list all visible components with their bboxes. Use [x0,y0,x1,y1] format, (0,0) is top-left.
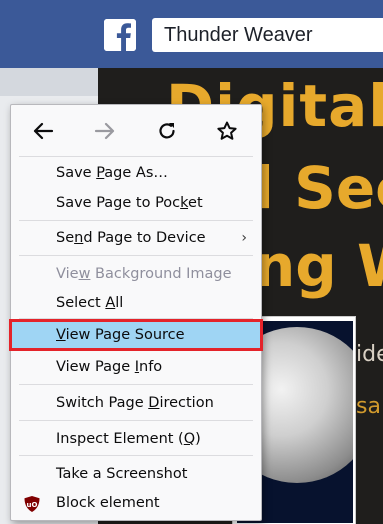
menu-item-view-background-image: View Background Image [11,260,261,288]
menu-separator [19,156,253,157]
menu-item-switch-page-direction[interactable]: Switch Page Direction [11,389,261,417]
menu-separator [19,384,253,385]
menu-item-label: irection [159,395,214,411]
forward-button[interactable] [91,117,119,145]
star-icon [216,120,238,142]
menu-item-label: Save Page to Poc [56,195,181,211]
reload-icon [156,120,178,142]
menu-item-take-screenshot[interactable]: Take a Screenshot [11,460,261,488]
menu-separator [19,255,253,256]
menu-item-label: ) [195,431,201,447]
facebook-search-input[interactable]: Thunder Weaver [152,18,383,52]
access-key: Q [183,431,196,447]
bookmark-button[interactable] [213,117,241,145]
menu-item-label: d Page to Device [83,230,206,246]
menu-item-label: nfo [139,359,163,375]
menu-separator [19,420,253,421]
facebook-logo[interactable] [104,19,136,51]
highlight-callout-box [9,319,263,351]
menu-item-label: View Page [56,359,135,375]
menu-item-label: Save [56,165,97,181]
browser-viewport: Thunder Weaver Digital F l Sec ng W ide … [0,0,383,524]
menu-item-send-page-to-device[interactable]: Send Page to Device › [11,224,261,252]
menu-item-block-element[interactable]: uO Block element [11,489,261,517]
access-key: n [74,230,84,246]
page-left-nav-block [0,68,98,96]
access-key: k [180,195,189,211]
ublock-icon-label: uO [27,501,38,509]
arrow-right-icon [94,120,116,142]
menu-item-save-to-pocket[interactable]: Save Page to Pocket [11,189,261,217]
back-button[interactable] [29,117,57,145]
menu-item-label: Background Image [90,266,232,282]
poster-side-text-1: ide [356,342,383,367]
menu-item-view-page-info[interactable]: View Page Info [11,353,261,381]
menu-item-label: Vie [56,266,79,282]
arrow-left-icon [32,120,54,142]
menu-item-label: Inspect Element ( [56,431,184,447]
menu-item-label: Se [56,230,75,246]
menu-item-label: et [188,195,203,211]
reload-button[interactable] [153,117,181,145]
menu-item-label: Block element [56,495,160,511]
menu-item-label: ll [115,295,124,311]
poster-title-line-3: ng W [254,232,383,300]
menu-item-label: Take a Screenshot [56,466,188,482]
menu-separator [19,455,253,456]
menu-item-save-page-as[interactable]: Save Page As… [11,159,261,187]
menu-item-label: Switch Page [56,395,149,411]
poster-side-text-2: sar [356,394,383,419]
menu-item-inspect-element[interactable]: Inspect Element (Q) [11,425,261,453]
menu-item-label: Select [56,295,106,311]
submenu-arrow-icon: › [241,230,247,246]
poster-title-line-2: l Sec [254,154,383,222]
access-key: w [78,266,91,282]
facebook-header: Thunder Weaver [0,0,383,68]
context-menu: Save Page As… Save Page to Pocket Send P… [9,104,263,521]
ublock-origin-icon: uO [23,495,41,513]
access-key: A [105,295,116,311]
facebook-f-icon [104,19,136,51]
menu-item-select-all[interactable]: Select All [11,289,261,317]
context-menu-navigation [11,105,261,155]
menu-item-label: age As… [104,165,168,181]
access-key: D [148,395,160,411]
menu-separator [19,220,253,221]
